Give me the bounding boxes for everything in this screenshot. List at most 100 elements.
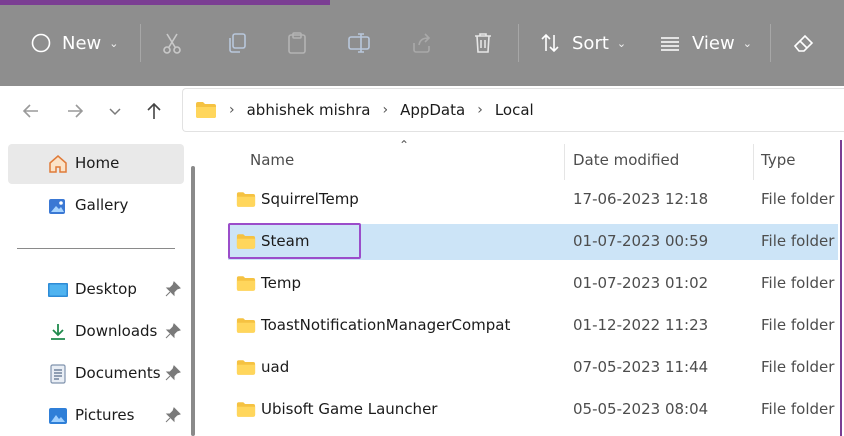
navigation-pane: Home Gallery Desktop Downloads Documents… [0, 140, 206, 436]
file-row[interactable]: ToastNotificationManagerCompat 01-12-202… [228, 308, 838, 344]
eraser-icon [793, 34, 814, 52]
new-icon [31, 33, 51, 53]
column-header-type[interactable]: Type [761, 151, 795, 169]
folder-icon [236, 318, 256, 333]
sort-icon [541, 33, 559, 53]
file-name: SquirrelTemp [261, 190, 359, 208]
address-bar[interactable]: › abhishek mishra › AppData › Local [182, 88, 844, 132]
paste-icon [288, 32, 306, 54]
share-icon [413, 33, 431, 53]
new-label: New [62, 32, 102, 54]
folder-icon [196, 102, 216, 118]
gallery-icon [49, 199, 65, 214]
file-date: 17-06-2023 12:18 [573, 190, 709, 208]
chevron-down-icon: ⌄ [742, 36, 752, 50]
breadcrumb-item[interactable]: Local [495, 101, 534, 119]
sidebar-item-label: Documents [75, 364, 161, 382]
chevron-down-icon [109, 108, 121, 116]
window-edge [840, 140, 842, 436]
pin-icon[interactable] [165, 281, 181, 297]
address-row: › abhishek mishra › AppData › Local [0, 86, 844, 140]
sidebar-item-label: Desktop [75, 280, 137, 298]
file-date: 01-12-2022 11:23 [573, 316, 709, 334]
file-type: File folder [761, 358, 835, 376]
up-button[interactable] [141, 98, 167, 124]
file-name: Temp [261, 274, 301, 292]
pin-icon[interactable] [165, 365, 181, 381]
title-bar-edge [0, 0, 330, 5]
downloads-icon [51, 324, 65, 340]
divider [140, 24, 141, 62]
copy-icon [229, 33, 246, 53]
file-date: 05-05-2023 08:04 [573, 400, 709, 418]
rename-button[interactable] [347, 26, 373, 60]
view-label: View [692, 32, 735, 54]
trash-icon [475, 33, 491, 53]
sidebar-item-home[interactable]: Home [8, 144, 184, 184]
column-header-name[interactable]: Name [250, 151, 294, 169]
pin-icon[interactable] [165, 407, 181, 423]
sidebar-item-documents[interactable]: Documents [8, 354, 184, 394]
pictures-icon [49, 408, 67, 424]
file-row[interactable]: SquirrelTemp 17-06-2023 12:18 File folde… [228, 182, 838, 218]
file-type: File folder [761, 232, 835, 250]
copy-button[interactable] [225, 26, 249, 60]
chevron-down-icon: ⌄ [109, 36, 119, 50]
sidebar-scrollbar[interactable] [191, 166, 195, 436]
folder-icon [236, 192, 256, 207]
cut-icon [163, 33, 181, 54]
file-type: File folder [761, 400, 835, 418]
sidebar-item-gallery[interactable]: Gallery [8, 186, 184, 226]
folder-icon [236, 402, 256, 417]
back-button[interactable] [18, 98, 44, 124]
file-type: File folder [761, 316, 835, 334]
column-header-date[interactable]: Date modified [573, 151, 679, 169]
sidebar-item-label: Home [75, 154, 120, 172]
file-row[interactable]: Temp 01-07-2023 01:02 File folder [228, 266, 838, 302]
paste-button[interactable] [286, 26, 308, 60]
share-button[interactable] [410, 26, 434, 60]
sort-ascending-icon: ⌃ [399, 138, 410, 152]
file-name: Ubisoft Game Launcher [261, 400, 438, 418]
sidebar-item-label: Pictures [75, 406, 135, 424]
home-icon [49, 155, 67, 173]
file-date: 01-07-2023 00:59 [573, 232, 709, 250]
sort-label: Sort [572, 32, 609, 54]
sort-button[interactable]: Sort ⌄ [538, 26, 626, 60]
sidebar-item-desktop[interactable]: Desktop [8, 270, 184, 310]
cut-button[interactable] [160, 26, 184, 60]
command-bar: New ⌄ Sort ⌄ View ⌄ [0, 0, 844, 86]
file-type: File folder [761, 274, 835, 292]
file-row[interactable]: uad 07-05-2023 11:44 File folder [228, 350, 838, 386]
column-divider[interactable] [753, 144, 754, 180]
sidebar-item-pictures[interactable]: Pictures [8, 396, 184, 436]
rename-icon [348, 33, 370, 53]
pin-icon[interactable] [165, 323, 181, 339]
sidebar-item-downloads[interactable]: Downloads [8, 312, 184, 352]
divider [518, 24, 519, 62]
column-divider[interactable] [564, 144, 565, 180]
file-row-selected[interactable]: Steam 01-07-2023 00:59 File folder [228, 224, 838, 260]
sidebar-divider [17, 248, 175, 249]
view-button[interactable]: View ⌄ [658, 26, 752, 60]
breadcrumb-separator: › [477, 102, 483, 118]
breadcrumb-item[interactable]: abhishek mishra [247, 101, 371, 119]
forward-button[interactable] [62, 98, 88, 124]
file-date: 01-07-2023 01:02 [573, 274, 709, 292]
recent-locations-button[interactable] [102, 98, 128, 124]
documents-icon [50, 364, 66, 384]
delete-button[interactable] [472, 26, 494, 60]
arrow-left-icon [22, 104, 38, 118]
file-name: ToastNotificationManagerCompat [261, 316, 511, 334]
arrow-up-icon [147, 102, 161, 119]
desktop-icon [48, 283, 68, 297]
file-row[interactable]: Ubisoft Game Launcher 05-05-2023 08:04 F… [228, 392, 838, 428]
file-type: File folder [761, 190, 835, 208]
new-button[interactable]: New ⌄ [30, 26, 118, 60]
file-name: Steam [261, 232, 310, 250]
chevron-down-icon: ⌄ [616, 36, 627, 50]
filter-button[interactable] [792, 26, 816, 60]
breadcrumb-item[interactable]: AppData [400, 101, 465, 119]
divider [770, 24, 771, 62]
folder-icon [236, 360, 256, 375]
